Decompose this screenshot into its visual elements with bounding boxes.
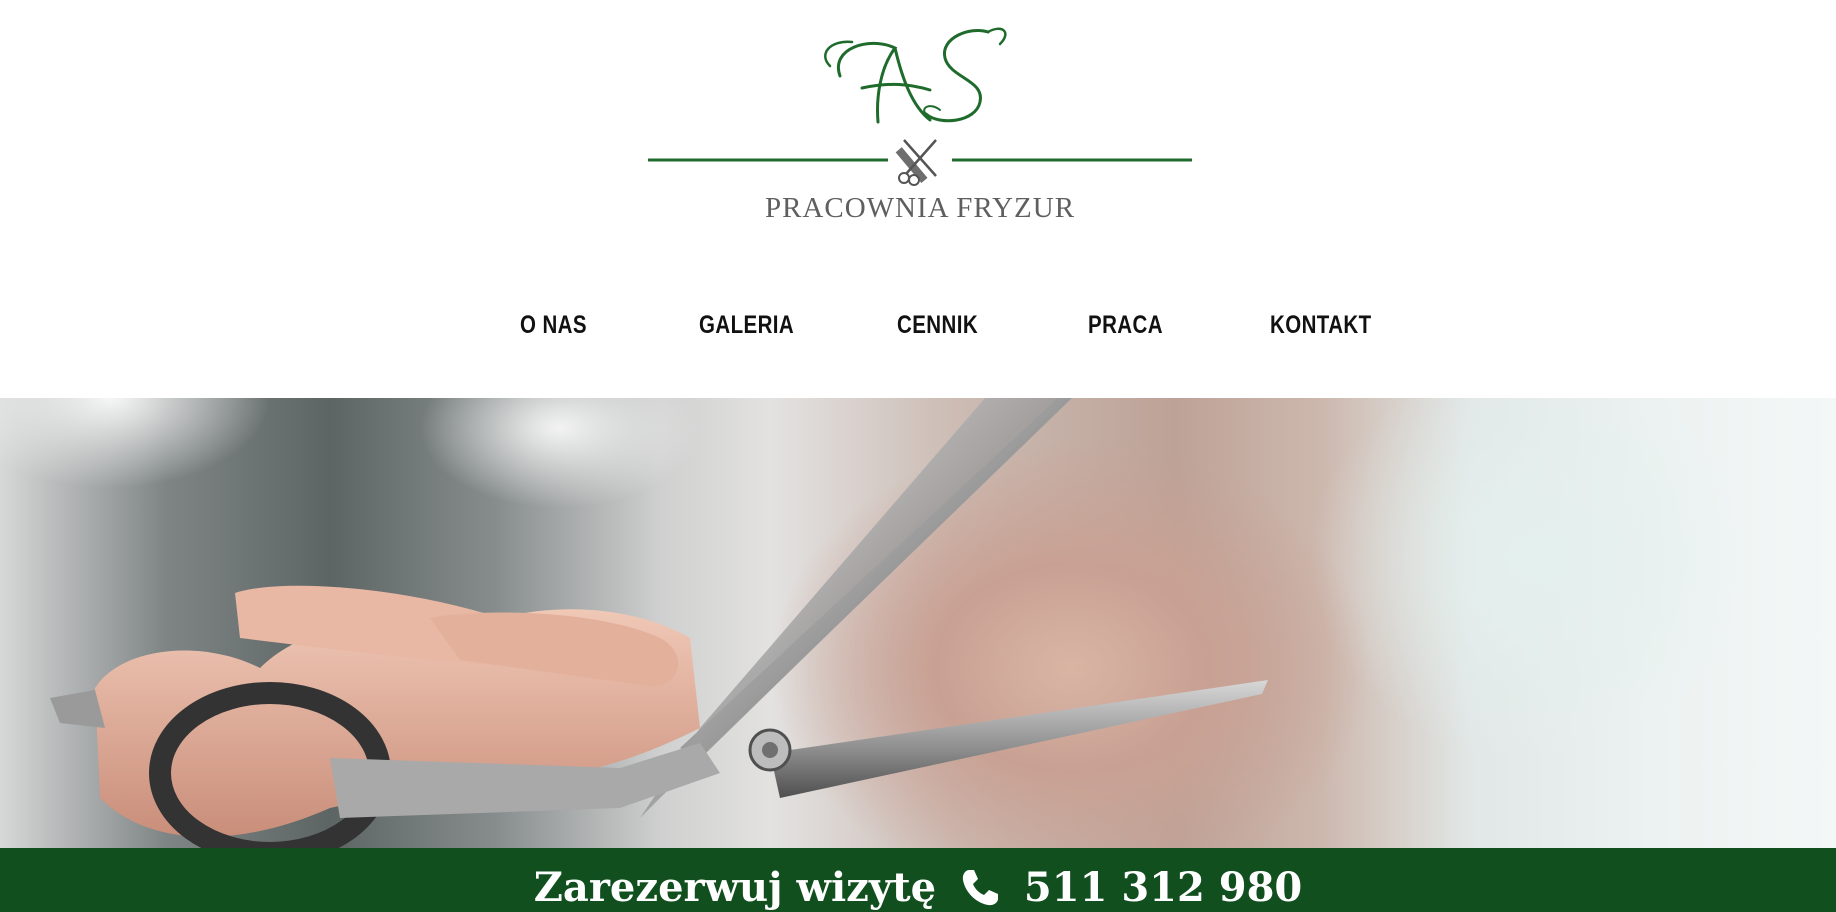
site-header: PRACOWNIA FRYZUR O NAS GALERIA CENNIK PR… <box>0 0 1836 398</box>
nav-item-praca[interactable]: PRACA <box>1088 300 1163 350</box>
hero-image <box>0 398 1836 848</box>
logo-caption: PRACOWNIA FRYZUR <box>764 192 1076 224</box>
nav-item-o-nas[interactable]: O NAS <box>520 300 587 350</box>
scissors-comb-icon <box>895 139 937 186</box>
nav-item-galeria[interactable]: GALERIA <box>699 300 794 350</box>
monogram-graphic <box>824 27 1007 124</box>
nav-item-cennik[interactable]: CENNIK <box>897 300 978 350</box>
booking-label: Zarezerwuj wizytę <box>533 864 937 911</box>
booking-bar[interactable]: Zarezerwuj wizytę 511 312 980 <box>0 848 1836 912</box>
booking-phone-number[interactable]: 511 312 980 <box>1024 864 1302 911</box>
nav-item-kontakt[interactable]: KONTAKT <box>1270 300 1372 350</box>
scissors-photo-illustration <box>50 398 1268 848</box>
site-logo[interactable]: PRACOWNIA FRYZUR <box>640 18 1200 228</box>
main-navigation: O NAS GALERIA CENNIK PRACA KONTAKT <box>0 300 1836 350</box>
phone-icon <box>962 870 998 906</box>
logo-monogram <box>640 18 1200 138</box>
